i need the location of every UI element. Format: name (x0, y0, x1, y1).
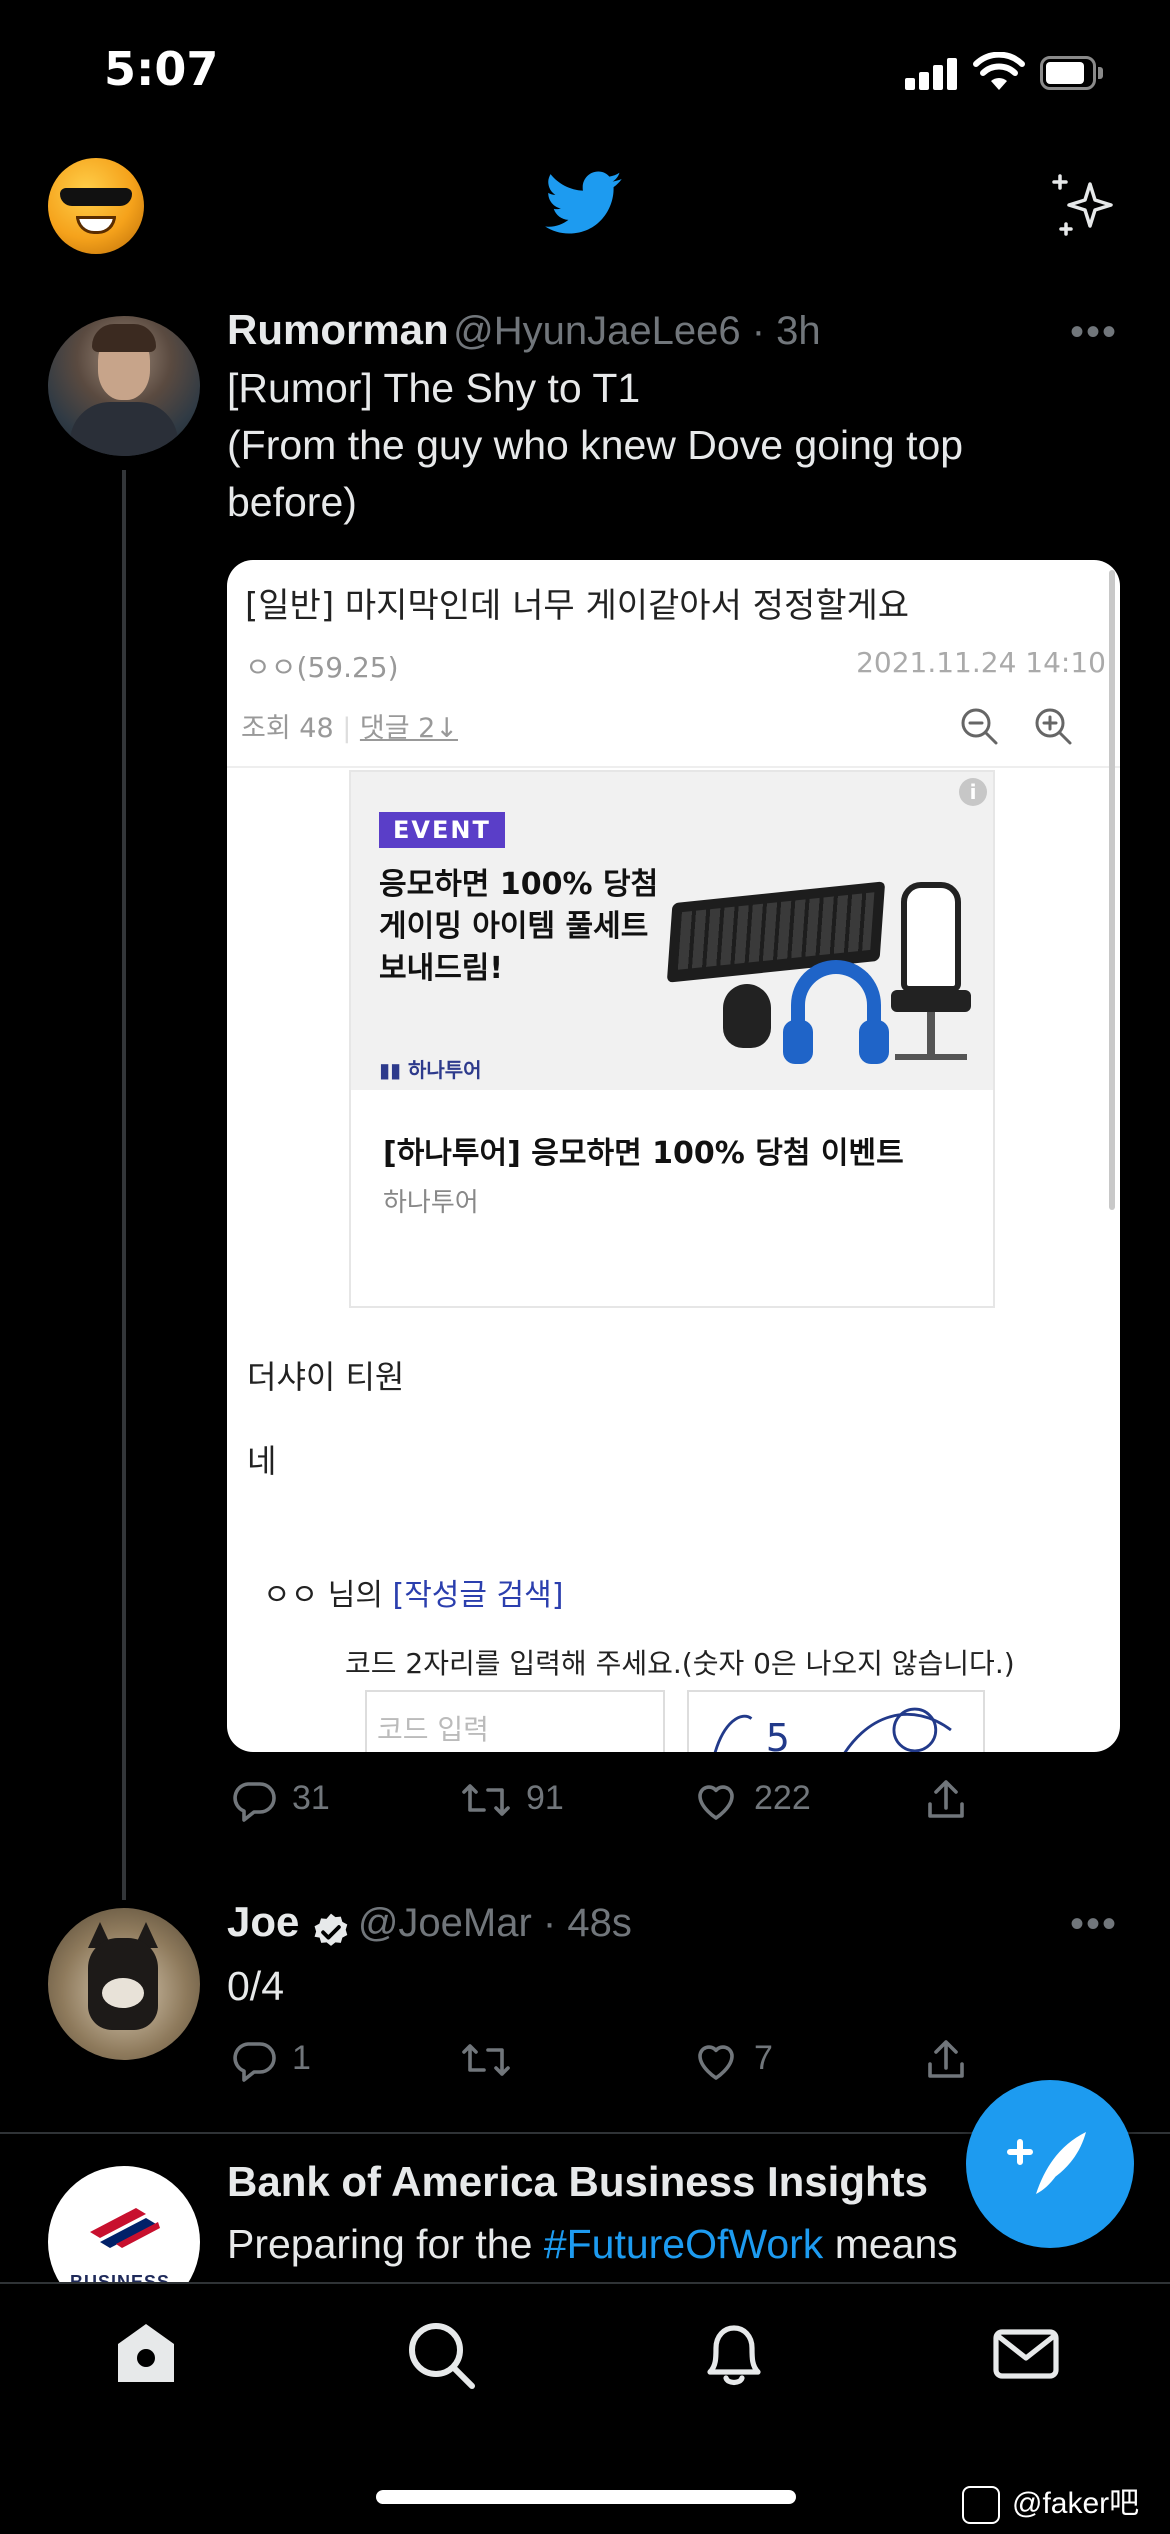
like-button[interactable]: 222 (692, 1776, 811, 1824)
separator-dot: · (531, 1901, 568, 1945)
post-author: ㅇㅇ(59.25) (245, 651, 399, 684)
tweet-text-line: [Rumor] The Shy to T1 (227, 365, 641, 411)
more-options-icon[interactable]: ••• (1070, 1902, 1118, 1947)
bird-icon[interactable] (540, 164, 628, 242)
info-icon: i (959, 778, 987, 806)
ad-subtitle: 하나투어 (383, 1188, 479, 1218)
post-user-search: ㅇㅇ 님의 [작성글 검색] (263, 1570, 563, 1614)
captcha-text: 5 (766, 1716, 790, 1752)
tweet-text-part: means (834, 2221, 958, 2267)
headset-image (783, 960, 889, 1064)
display-name[interactable]: Joe (227, 1898, 299, 1945)
user-search-link: [작성글 검색] (392, 1578, 564, 1613)
reply-count: 31 (292, 1778, 330, 1817)
zoom-in-icon (1035, 708, 1072, 745)
watermark-text: @faker吧 (1012, 2487, 1140, 2520)
post-user-prefix: ㅇㅇ 님의 (263, 1578, 383, 1613)
profile-avatar[interactable] (48, 158, 144, 254)
tweet-media-image[interactable]: [일반] 마지막인데 너무 게이같아서 정정할게요 ㅇㅇ(59.25) 2021… (227, 560, 1120, 1752)
ad-title: [하나투어] 응모하면 100% 당첨 이벤트 (383, 1136, 904, 1171)
display-name[interactable]: Rumorman (227, 306, 449, 353)
post-stats: 조회 48 | 댓글 2↓ (241, 713, 458, 744)
ad-copy: 응모하면 100% 당첨 게이밍 아이템 풀세트 보내드림! (379, 867, 659, 986)
like-icon (698, 1785, 734, 1820)
compose-icon (1007, 2132, 1086, 2194)
divider (227, 766, 1120, 768)
watermark-logo (962, 2486, 1000, 2525)
tweet-text: 0/4 (227, 1963, 284, 2009)
reply-icon (233, 2042, 276, 2082)
ad-brand-text: 하나투어 (407, 1058, 482, 1082)
ad-box: i EVENT 응모하면 100% 당첨 게이밍 아이템 풀세트 보내드림! ▮… (349, 770, 995, 1308)
retweet-icon (462, 2044, 510, 2076)
scrollbar (1109, 570, 1115, 1210)
retweet-button[interactable] (460, 2036, 526, 2084)
handle[interactable]: @HyunJaeLee6 (453, 309, 740, 353)
views-count: 조회 48 (241, 713, 334, 744)
retweet-count: 91 (526, 1778, 564, 1817)
sparkle-icon[interactable] (1048, 170, 1120, 242)
captcha-image: 5 (687, 1690, 985, 1752)
search-icon[interactable] (404, 2318, 476, 2390)
retweet-button[interactable]: 91 (460, 1776, 564, 1824)
post-title: [일반] 마지막인데 너무 게이같아서 정정할게요 (245, 586, 910, 626)
share-icon (928, 2040, 964, 2078)
captcha-input: 코드 입력 (365, 1690, 665, 1752)
verified-icon (314, 1913, 348, 1946)
like-count: 7 (754, 2038, 773, 2077)
post-body-line: 네 (247, 1442, 277, 1480)
share-icon (928, 1780, 964, 1818)
more-options-icon[interactable]: ••• (1070, 310, 1118, 355)
tweet-text: Preparing for the #FutureOfWork means (227, 2216, 958, 2273)
reply-count: 1 (292, 2038, 311, 2077)
post-date: 2021.11.24 14:10 (856, 646, 1106, 679)
bank-logo (90, 2208, 160, 2248)
battery-icon (1040, 56, 1106, 92)
tweet-text-line: (From the guy who knew Dove going top (227, 422, 964, 468)
captcha-prompt: 코드 2자리를 입력해 주세요.(숫자 0은 나오지 않습니다.) (345, 1647, 1015, 1680)
tweet-header: Joe @JoeMar · 48s (227, 1898, 632, 1953)
timestamp[interactable]: 3h (776, 309, 821, 353)
separator-dot: · (740, 309, 777, 353)
ad-event-badge: EVENT (379, 812, 505, 848)
avatar[interactable] (48, 1908, 200, 2060)
ad-brand-logo: ▮▮ 하나투어 (379, 1058, 482, 1082)
status-time: 5:07 (104, 42, 219, 96)
share-button[interactable] (922, 2036, 984, 2084)
tweet-text: [Rumor] The Shy to T1 (From the guy who … (227, 360, 1107, 531)
post-body-line: 더샤이 티원 (247, 1358, 405, 1396)
retweet-icon (462, 1784, 510, 1816)
hashtag-link[interactable]: #FutureOfWork (544, 2221, 824, 2267)
like-count: 222 (754, 1778, 811, 1817)
comments-link: 댓글 2↓ (359, 713, 458, 744)
zoom-out-icon (961, 708, 998, 745)
signal-icon (905, 58, 965, 90)
reply-button[interactable]: 31 (230, 1776, 330, 1824)
wifi-icon (973, 52, 1025, 90)
tweet-header: Rumorman @HyunJaeLee6 · 3h (227, 306, 821, 354)
watermark: @faker吧 (962, 2478, 1140, 2525)
thread-line (122, 470, 126, 1900)
reply-icon (233, 1782, 276, 1822)
home-icon[interactable] (110, 2318, 182, 2390)
timestamp[interactable]: 48s (567, 1901, 632, 1945)
handle[interactable]: @JoeMar (358, 1901, 532, 1945)
reply-button[interactable]: 1 (230, 2036, 311, 2084)
display-name[interactable]: Bank of America Business Insights (227, 2158, 928, 2206)
messages-icon[interactable] (990, 2318, 1062, 2390)
ad-banner: i EVENT 응모하면 100% 당첨 게이밍 아이템 풀세트 보내드림! ▮… (351, 772, 993, 1090)
share-button[interactable] (922, 1776, 984, 1824)
like-button[interactable]: 7 (692, 2036, 773, 2084)
tweet-text-part: Preparing for the (227, 2221, 533, 2267)
mouse-image (723, 984, 771, 1048)
tweet-text-line: before) (227, 479, 357, 525)
home-indicator[interactable] (376, 2490, 796, 2504)
avatar[interactable] (48, 316, 200, 456)
notifications-icon[interactable] (698, 2318, 770, 2390)
compose-button[interactable] (966, 2080, 1134, 2248)
like-icon (698, 2045, 734, 2080)
chair-image (891, 882, 971, 1072)
